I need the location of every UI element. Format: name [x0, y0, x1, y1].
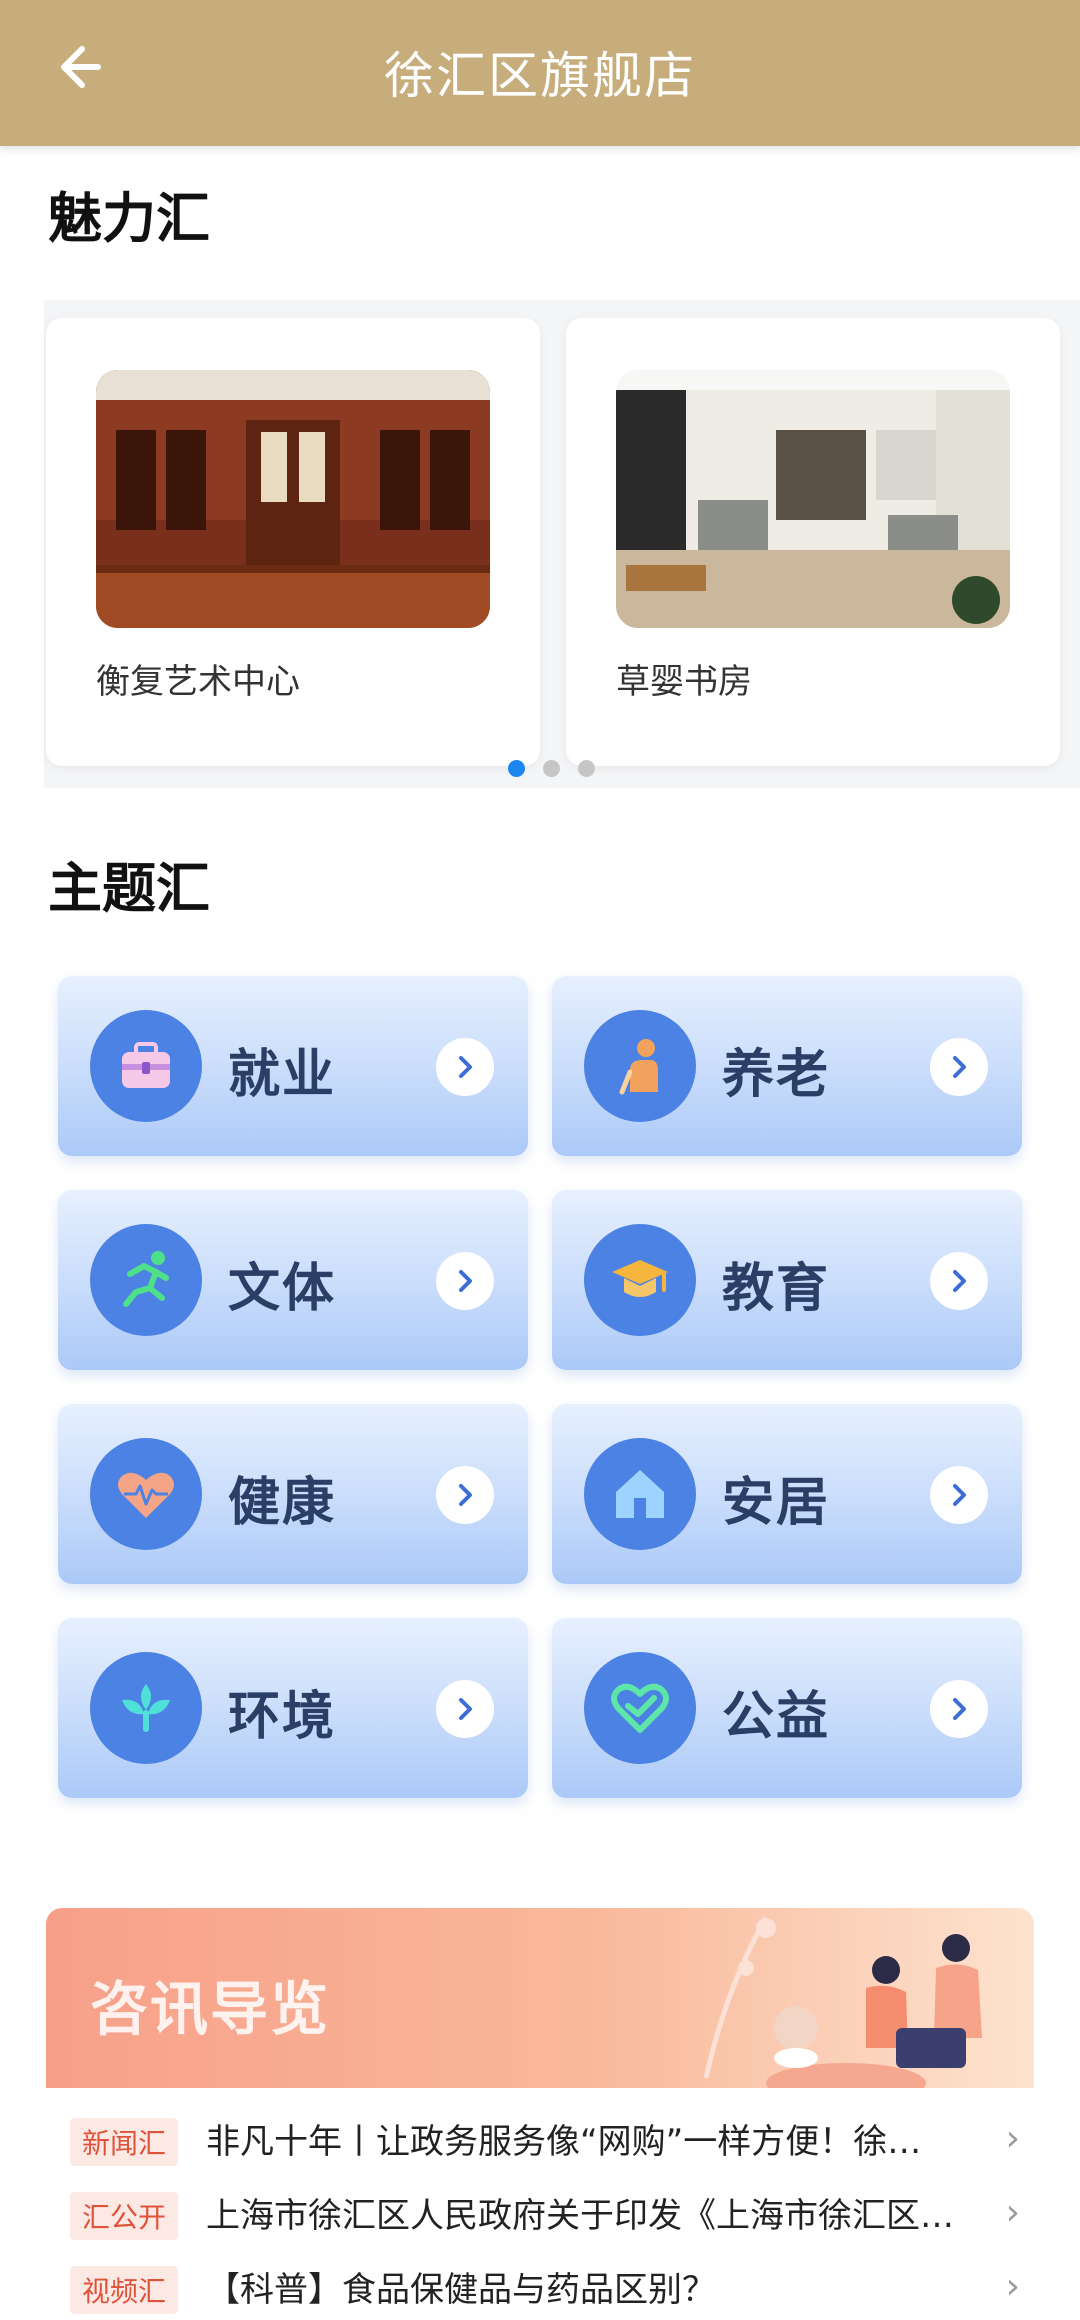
charity-heart-icon — [584, 1652, 696, 1764]
tile-label: 就业 — [228, 1045, 337, 1105]
caoying-photo — [616, 370, 1010, 628]
chevron-right-icon — [436, 1252, 494, 1310]
tile-label: 安居 — [722, 1473, 831, 1533]
chevron-right-icon — [930, 1038, 988, 1096]
news-text: 非凡十年丨让政务服务像“网购”一样方便！徐… — [206, 2122, 922, 2162]
carousel-dot-2[interactable] — [543, 760, 560, 777]
news-row[interactable]: 视频汇 【科普】食品保健品与药品区别？ › — [70, 2260, 1020, 2320]
theme-tile-housing[interactable]: 安居 — [552, 1404, 1022, 1584]
carousel-dot-3[interactable] — [578, 760, 595, 777]
charm-card-caoying[interactable]: 草婴书房 — [566, 318, 1060, 766]
carousel-dot-1[interactable] — [508, 760, 525, 777]
info-title: 咨讯导览 — [90, 1975, 331, 2043]
hengfu-photo — [96, 370, 490, 628]
leaf-icon — [90, 1652, 202, 1764]
carousel-dots — [508, 760, 595, 777]
chevron-right-icon: › — [1005, 2118, 1020, 2159]
theme-tile-health[interactable]: 健康 — [58, 1404, 528, 1584]
chevron-right-icon — [930, 1252, 988, 1310]
house-icon — [584, 1438, 696, 1550]
chevron-right-icon: › — [1005, 2192, 1020, 2233]
tile-label: 环境 — [228, 1687, 337, 1747]
theme-tile-charity[interactable]: 公益 — [552, 1618, 1022, 1798]
graduation-cap-icon — [584, 1224, 696, 1336]
page-title: 徐汇区旗舰店 — [384, 47, 696, 105]
chevron-right-icon — [930, 1466, 988, 1524]
tile-label: 养老 — [722, 1045, 831, 1105]
theme-tile-elderly[interactable]: 养老 — [552, 976, 1022, 1156]
news-text: 【科普】食品保健品与药品区别？ — [206, 2270, 716, 2310]
news-text: 上海市徐汇区人民政府关于印发《上海市徐汇区… — [206, 2196, 954, 2236]
theme-tile-environment[interactable]: 环境 — [58, 1618, 528, 1798]
people-illustration — [703, 1916, 982, 2088]
news-row[interactable]: 新闻汇 非凡十年丨让政务服务像“网购”一样方便！徐… › — [70, 2112, 1020, 2172]
card-name: 草婴书房 — [616, 662, 752, 702]
tile-label: 教育 — [722, 1259, 831, 1319]
tile-label: 健康 — [228, 1473, 337, 1533]
card-name: 衡复艺术中心 — [96, 662, 300, 702]
news-tag: 视频汇 — [70, 2266, 179, 2314]
theme-tile-education[interactable]: 教育 — [552, 1190, 1022, 1370]
section-title-charm: 魅力汇 — [48, 187, 210, 251]
tile-label: 公益 — [722, 1687, 831, 1747]
elderly-icon — [584, 1010, 696, 1122]
chevron-right-icon — [930, 1680, 988, 1738]
tile-label: 文体 — [228, 1259, 337, 1319]
chevron-right-icon — [436, 1680, 494, 1738]
running-icon — [90, 1224, 202, 1336]
charm-card-hengfu[interactable]: 衡复艺术中心 — [46, 318, 540, 766]
heart-pulse-icon — [90, 1438, 202, 1550]
chevron-right-icon: › — [1005, 2266, 1020, 2307]
news-tag: 新闻汇 — [70, 2118, 179, 2166]
briefcase-icon — [90, 1010, 202, 1122]
theme-tile-sports[interactable]: 文体 — [58, 1190, 528, 1370]
news-row[interactable]: 汇公开 上海市徐汇区人民政府关于印发《上海市徐汇区… › — [70, 2186, 1020, 2246]
section-title-theme: 主题汇 — [48, 857, 210, 921]
info-banner[interactable]: 咨讯导览 — [46, 1908, 1034, 2088]
theme-tile-employment[interactable]: 就业 — [58, 976, 528, 1156]
chevron-right-icon — [436, 1466, 494, 1524]
app-header: 徐汇区旗舰店 — [0, 0, 1080, 146]
news-tag: 汇公开 — [70, 2192, 179, 2240]
chevron-right-icon — [436, 1038, 494, 1096]
